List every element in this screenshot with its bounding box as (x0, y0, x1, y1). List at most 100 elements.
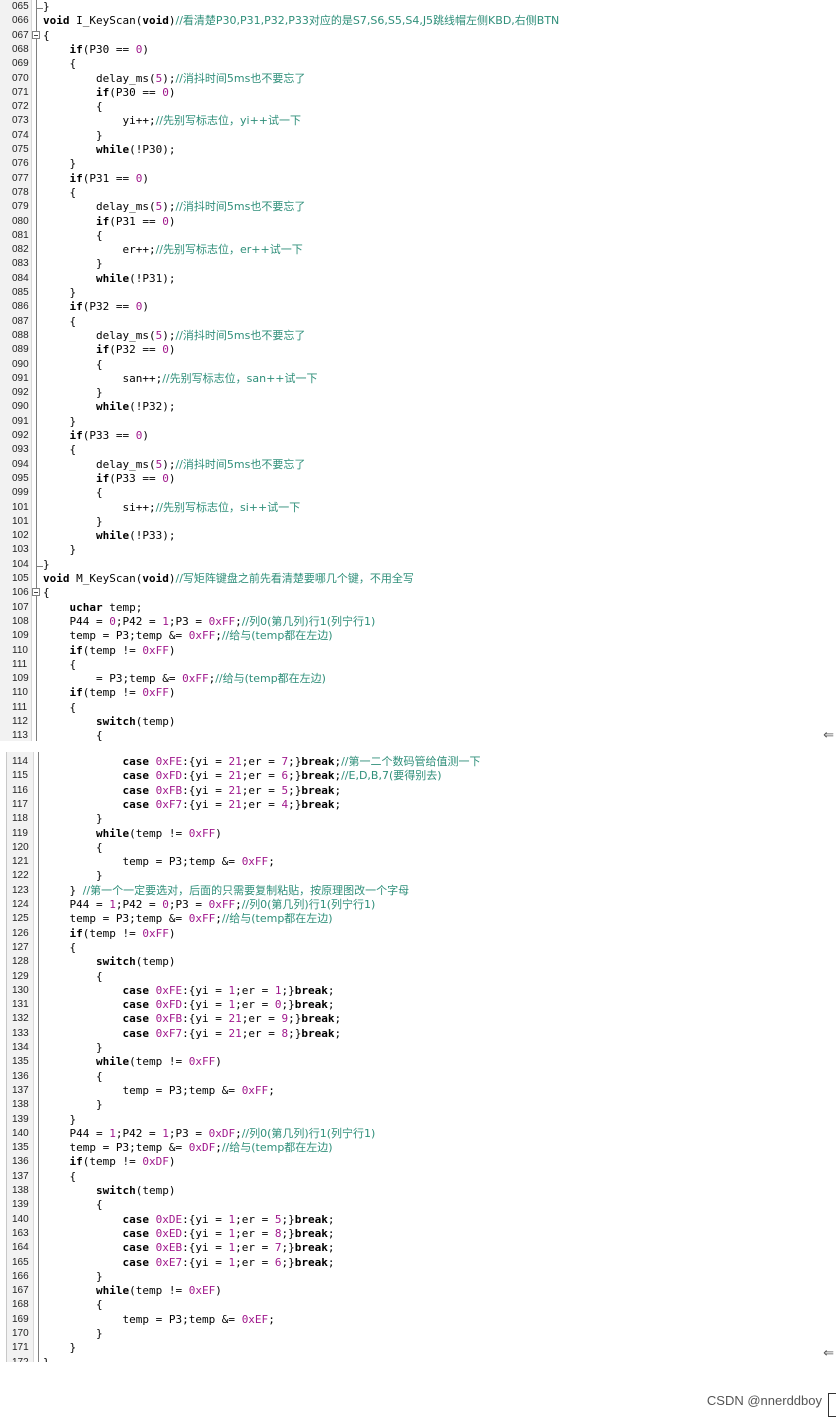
code-text[interactable]: void I_KeyScan(void)//看清楚P30,P31,P32,P33… (43, 14, 559, 28)
code-text[interactable]: { (43, 586, 50, 600)
code-text[interactable]: temp = P3;temp &= 0xFF;//给与(temp都在左边) (43, 912, 332, 926)
code-line[interactable]: 120 { (0, 841, 836, 855)
code-line[interactable]: 112 switch(temp) (0, 715, 836, 729)
code-line[interactable]: 114 case 0xFE:{yi = 21;er = 7;}break;//第… (0, 755, 836, 769)
code-text[interactable]: er++;//先别写标志位，er++试一下 (43, 243, 302, 257)
code-line[interactable]: 082 er++;//先别写标志位，er++试一下 (0, 243, 836, 257)
code-line[interactable]: 136 { (0, 1070, 836, 1084)
code-text[interactable]: } //第一个一定要选对，后面的只需要复制粘贴，按原理图改一个字母 (43, 884, 409, 898)
code-text[interactable]: void M_KeyScan(void)//写矩阵键盘之前先看清楚要哪几个键，不… (43, 572, 414, 586)
code-text[interactable]: case 0xF7:{yi = 21;er = 4;}break; (43, 798, 341, 812)
code-line[interactable]: 113 { (0, 729, 836, 741)
code-text[interactable]: { (43, 1070, 103, 1084)
code-text[interactable]: while(!P32); (43, 400, 175, 414)
code-line[interactable]: 104} (0, 557, 836, 572)
code-line[interactable]: 138 switch(temp) (0, 1184, 836, 1198)
code-text[interactable]: { (43, 841, 103, 855)
code-line[interactable]: 109 = P3;temp &= 0xFF;//给与(temp都在左边) (0, 672, 836, 686)
code-line[interactable]: 138 } (0, 1098, 836, 1112)
code-text[interactable]: delay_ms(5);//消抖时间5ms也不要忘了 (43, 329, 305, 343)
code-text[interactable]: if(P32 == 0) (43, 343, 175, 357)
code-line[interactable]: 124 P44 = 1;P42 = 0;P3 = 0xFF;//列0(第几列)行… (0, 898, 836, 912)
code-line[interactable]: 070 delay_ms(5);//消抖时间5ms也不要忘了 (0, 72, 836, 86)
code-line[interactable]: 131 case 0xFD:{yi = 1;er = 0;}break; (0, 998, 836, 1012)
code-text[interactable]: { (43, 100, 103, 114)
code-line[interactable]: 089 if(P32 == 0) (0, 343, 836, 357)
code-text[interactable]: } (43, 812, 103, 826)
left-arrow-icon[interactable]: ⇐ (823, 728, 834, 743)
code-line[interactable]: 167 while(temp != 0xEF) (0, 1284, 836, 1298)
code-text[interactable]: while(temp != 0xFF) (43, 827, 222, 841)
code-line[interactable]: 087 { (0, 315, 836, 329)
code-line[interactable]: 111 { (0, 658, 836, 672)
code-line[interactable]: 105 void M_KeyScan(void)//写矩阵键盘之前先看清楚要哪几个… (0, 572, 836, 586)
code-text[interactable]: } (43, 1327, 103, 1341)
code-text[interactable]: } (43, 1041, 103, 1055)
code-text[interactable]: { (43, 29, 50, 43)
code-line[interactable]: 107 uchar temp; (0, 601, 836, 615)
code-text[interactable]: san++;//先别写标志位，san++试一下 (43, 372, 317, 386)
code-text[interactable]: } (43, 129, 103, 143)
code-line[interactable]: 132 case 0xFB:{yi = 21;er = 9;}break; (0, 1012, 836, 1026)
code-line[interactable]: 090 while(!P32); (0, 400, 836, 414)
code-line[interactable]: 083 } (0, 257, 836, 271)
code-line[interactable]: 121 temp = P3;temp &= 0xFF; (0, 855, 836, 869)
code-text[interactable]: { (43, 443, 76, 457)
code-text[interactable]: while(temp != 0xFF) (43, 1055, 222, 1069)
code-line[interactable]: 165 case 0xE7:{yi = 1;er = 6;}break; (0, 1256, 836, 1270)
code-text[interactable]: yi++;//先别写标志位，yi++试一下 (43, 114, 301, 128)
code-line[interactable]: 106 { (0, 586, 836, 600)
code-text[interactable]: switch(temp) (43, 955, 176, 969)
fold-toggle-icon[interactable] (32, 588, 40, 597)
code-text[interactable]: temp = P3;temp &= 0xFF;//给与(temp都在左边) (43, 629, 332, 643)
code-text[interactable]: temp = P3;temp &= 0xFF; (43, 855, 274, 869)
code-line[interactable]: 090 { (0, 358, 836, 372)
code-line[interactable]: 128 switch(temp) (0, 955, 836, 969)
code-line[interactable]: 068 if(P30 == 0) (0, 43, 836, 57)
code-text[interactable]: temp = P3;temp &= 0xFF; (43, 1084, 274, 1098)
code-text[interactable]: } (43, 157, 76, 171)
code-text[interactable]: case 0xEB:{yi = 1;er = 7;}break; (43, 1241, 334, 1255)
code-text[interactable]: { (43, 658, 76, 672)
code-text[interactable]: si++;//先别写标志位，si++试一下 (43, 501, 300, 515)
code-text[interactable]: while(!P30); (43, 143, 175, 157)
code-text[interactable]: { (43, 1170, 76, 1184)
code-text[interactable]: if(temp != 0xFF) (43, 686, 176, 700)
code-text[interactable]: case 0xFD:{yi = 21;er = 6;}break;//E,D,B… (43, 769, 441, 783)
code-text[interactable]: P44 = 1;P42 = 1;P3 = 0xDF;//列0(第几列)行1(列宁… (43, 1127, 375, 1141)
code-text[interactable]: { (43, 229, 103, 243)
code-line[interactable]: 123 } //第一个一定要选对，后面的只需要复制粘贴，按原理图改一个字母 (0, 884, 836, 898)
code-line[interactable]: 099 { (0, 486, 836, 500)
code-text[interactable]: case 0xED:{yi = 1;er = 8;}break; (43, 1227, 334, 1241)
code-text[interactable]: } (43, 558, 50, 572)
code-text[interactable]: case 0xFD:{yi = 1;er = 0;}break; (43, 998, 334, 1012)
code-line[interactable]: 092 if(P33 == 0) (0, 429, 836, 443)
code-line[interactable]: 110 if(temp != 0xFF) (0, 686, 836, 700)
code-text[interactable]: { (43, 486, 103, 500)
code-line[interactable]: 094 delay_ms(5);//消抖时间5ms也不要忘了 (0, 458, 836, 472)
code-text[interactable]: case 0xE7:{yi = 1;er = 6;}break; (43, 1256, 334, 1270)
code-text[interactable]: } (43, 1113, 76, 1127)
code-line[interactable]: 115 case 0xFD:{yi = 21;er = 6;}break;//E… (0, 769, 836, 783)
code-line[interactable]: 116 case 0xFB:{yi = 21;er = 5;}break; (0, 784, 836, 798)
code-text[interactable]: { (43, 701, 76, 715)
code-editor-panel-bottom[interactable]: 114 case 0xFE:{yi = 21;er = 7;}break;//第… (0, 752, 836, 1362)
code-text[interactable]: { (43, 358, 103, 372)
code-text[interactable]: { (43, 1298, 103, 1312)
code-line[interactable]: 076 } (0, 157, 836, 171)
code-text[interactable]: { (43, 186, 76, 200)
code-text[interactable]: case 0xFE:{yi = 1;er = 1;}break; (43, 984, 334, 998)
code-text[interactable]: case 0xFB:{yi = 21;er = 9;}break; (43, 1012, 341, 1026)
code-text[interactable]: if(P32 == 0) (43, 300, 149, 314)
code-text[interactable]: } (43, 386, 103, 400)
code-text[interactable]: P44 = 1;P42 = 0;P3 = 0xFF;//列0(第几列)行1(列宁… (43, 898, 375, 912)
code-text[interactable]: if(P30 == 0) (43, 43, 149, 57)
code-line[interactable]: 135 temp = P3;temp &= 0xDF;//给与(temp都在左边… (0, 1141, 836, 1155)
code-line[interactable]: 136 if(temp != 0xDF) (0, 1155, 836, 1169)
code-line[interactable]: 095 if(P33 == 0) (0, 472, 836, 486)
code-text[interactable]: case 0xF7:{yi = 21;er = 8;}break; (43, 1027, 341, 1041)
code-text[interactable]: } (43, 1270, 103, 1284)
code-line[interactable]: 078 { (0, 186, 836, 200)
code-line[interactable]: 129 { (0, 970, 836, 984)
code-text[interactable]: } (43, 543, 76, 557)
